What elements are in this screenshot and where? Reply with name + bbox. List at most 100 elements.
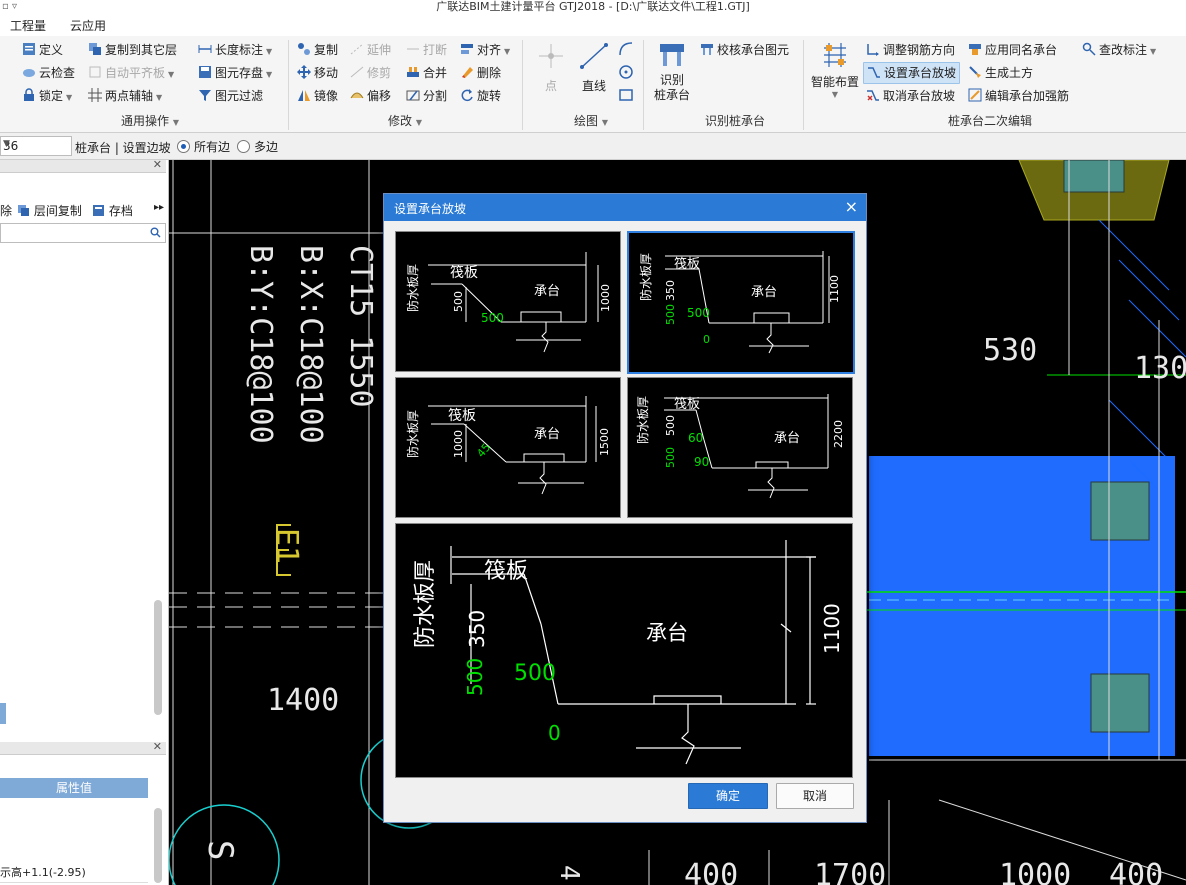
panel-header: ✕ bbox=[0, 158, 166, 173]
cad-label-1000: 1000 bbox=[999, 858, 1071, 885]
chevron-down-icon: ▼ bbox=[3, 139, 10, 149]
ok-button[interactable]: 确定 bbox=[688, 783, 768, 809]
auto-flat-button[interactable]: 自动平齐板 ▼ bbox=[88, 63, 174, 83]
property-row[interactable] bbox=[0, 819, 148, 841]
slope-option-3[interactable]: 防水板厚 筏板 承台 1000 1500 45 bbox=[395, 377, 621, 518]
move-button[interactable]: 移动 bbox=[297, 63, 338, 83]
pile-cap-icon bbox=[660, 44, 684, 66]
group-label-draw[interactable]: 绘图 ▼ bbox=[556, 112, 626, 129]
svg-text:60: 60 bbox=[688, 431, 703, 445]
smart-layout-button[interactable]: 智能布置 ▼ bbox=[808, 40, 862, 112]
cad-label-400b: 400 bbox=[1109, 858, 1163, 885]
svg-text:1000: 1000 bbox=[599, 284, 612, 312]
cancel-cap-slope-button[interactable]: 取消承台放坡 bbox=[866, 86, 955, 106]
cad-label-ct: CT15 1550 bbox=[343, 245, 378, 408]
rectangle-icon[interactable] bbox=[617, 86, 635, 104]
gen-earth-button[interactable]: 生成土方 bbox=[968, 63, 1033, 83]
property-row[interactable] bbox=[0, 840, 148, 862]
menu-quantities[interactable]: 工程量 bbox=[10, 17, 46, 34]
set-cap-slope-button[interactable]: 设置承台放坡 bbox=[863, 62, 961, 84]
more-icon[interactable]: ▸▸ bbox=[154, 202, 164, 213]
check-mark-button[interactable]: 查改标注 ▼ bbox=[1082, 40, 1156, 60]
archive-tool[interactable]: 存档 bbox=[92, 202, 133, 219]
slope-preview: 防水板厚 筏板 承台 350 1100 500 500 0 bbox=[395, 523, 853, 778]
property-row[interactable]: 示高+1.1(-2.95) bbox=[0, 861, 148, 883]
left-panel: ✕ 除 层间复制 存档 ▸▸ ✕ 属性值 示高+1.1(-2.95) bbox=[0, 158, 169, 885]
break-icon bbox=[407, 48, 419, 50]
menu-cloud-app[interactable]: 云应用 bbox=[70, 17, 106, 34]
slope-icon bbox=[868, 67, 880, 78]
group-label-modify[interactable]: 修改 ▼ bbox=[370, 112, 440, 129]
break-button[interactable]: 打断 bbox=[406, 40, 447, 60]
line-tool-button[interactable]: 直线 bbox=[575, 42, 613, 102]
close-icon[interactable]: ✕ bbox=[153, 158, 162, 171]
identify-cap-button[interactable]: 识别 桩承台 bbox=[650, 40, 694, 110]
dimension-icon bbox=[198, 45, 212, 53]
chevron-down-icon: ▼ bbox=[66, 93, 73, 102]
trim-button[interactable]: 修剪 bbox=[350, 63, 391, 83]
cancel-button[interactable]: 取消 bbox=[776, 783, 854, 809]
slope-option-2[interactable]: 防水板厚 筏板 承台 350 1100 500 500 0 bbox=[627, 231, 855, 374]
remove-tool[interactable]: 除 bbox=[0, 202, 12, 219]
cad-label-4: 4 bbox=[554, 865, 584, 881]
align-button[interactable]: 对齐 ▼ bbox=[460, 40, 510, 60]
length-dim-button[interactable]: 长度标注 ▼ bbox=[198, 40, 272, 60]
extend-button[interactable]: 延伸 bbox=[350, 40, 391, 60]
offset-button[interactable]: 偏移 bbox=[350, 86, 391, 106]
cad-label-bx: B:X:C18@100 bbox=[293, 245, 328, 444]
archive-icon bbox=[93, 205, 104, 216]
circle-icon[interactable] bbox=[617, 63, 635, 81]
floor-copy-tool[interactable]: 层间复制 bbox=[17, 202, 82, 219]
adjust-rebar-button[interactable]: 调整钢筋方向 bbox=[866, 40, 955, 60]
delete-button[interactable]: 删除 bbox=[460, 63, 501, 83]
radio-all-edges[interactable]: 所有边 bbox=[177, 138, 230, 155]
window-title: 广联达BIM土建计量平台 GTJ2018 - [D:\广联达文件\工程1.GTJ… bbox=[436, 0, 750, 13]
cloud-check-button[interactable]: 云检查 bbox=[22, 63, 75, 83]
slope-diagram: 防水板厚 筏板 承台 1000 1500 45 bbox=[405, 396, 611, 495]
slope-option-1[interactable]: 防水板厚 筏板 承台 500 1000 500 bbox=[395, 231, 621, 372]
svg-text:承台: 承台 bbox=[646, 621, 688, 645]
chevron-down-icon: ▼ bbox=[172, 118, 179, 127]
split-button[interactable]: 分割 bbox=[406, 86, 447, 106]
chevron-down-icon: ▼ bbox=[831, 90, 839, 99]
point-tool-button[interactable]: 点 bbox=[536, 42, 566, 102]
search-input[interactable] bbox=[0, 223, 166, 243]
svg-text:防水板厚: 防水板厚 bbox=[413, 560, 438, 648]
radio-multi-edges[interactable]: 多边 bbox=[237, 138, 278, 155]
define-button[interactable]: 定义 bbox=[22, 40, 63, 60]
property-value-header: 属性值 bbox=[0, 778, 148, 798]
arc-icon[interactable] bbox=[617, 40, 635, 58]
two-point-axis-button[interactable]: 两点辅轴 ▼ bbox=[88, 86, 162, 106]
point-icon bbox=[539, 44, 563, 68]
close-icon[interactable]: × bbox=[845, 197, 858, 216]
scrollbar[interactable] bbox=[154, 808, 162, 883]
mirror-button[interactable]: 镜像 bbox=[297, 86, 338, 106]
svg-text:防水板厚: 防水板厚 bbox=[635, 396, 650, 444]
edit-rebar-icon bbox=[968, 88, 982, 102]
svg-text:90: 90 bbox=[694, 455, 709, 469]
check-cap-button[interactable]: 校核承台图元 bbox=[700, 40, 789, 60]
chevron-down-icon: ▼ bbox=[266, 47, 273, 56]
edit-strengthen-button[interactable]: 编辑承台加强筋 bbox=[968, 86, 1069, 106]
property-row[interactable] bbox=[0, 798, 148, 820]
svg-text:500: 500 bbox=[664, 304, 677, 325]
merge-button[interactable]: 合并 bbox=[406, 63, 447, 83]
disk-icon bbox=[199, 66, 211, 78]
lock-icon bbox=[24, 88, 34, 101]
element-filter-button[interactable]: 图元过滤 bbox=[198, 86, 263, 106]
floor-combo[interactable]: 36 ▼ bbox=[0, 136, 72, 156]
copy-button[interactable]: 复制 bbox=[297, 40, 338, 60]
rotate-button[interactable]: 旋转 bbox=[460, 86, 501, 106]
scrollbar[interactable] bbox=[154, 600, 162, 715]
chevron-down-icon: ▼ bbox=[415, 118, 422, 127]
lock-button[interactable]: 锁定 ▼ bbox=[22, 86, 72, 106]
close-icon[interactable]: ✕ bbox=[153, 740, 162, 753]
cancel-slope-icon bbox=[867, 90, 879, 101]
slope-option-4[interactable]: 防水板厚 筏板 承台 500 2200 500 60 90 bbox=[627, 377, 853, 518]
ribbon-divider bbox=[522, 40, 523, 130]
apply-same-cap-button[interactable]: 应用同名承台 bbox=[968, 40, 1057, 60]
svg-text:1100: 1100 bbox=[828, 275, 841, 303]
save-element-button[interactable]: 图元存盘 ▼ bbox=[198, 63, 272, 83]
group-label-general[interactable]: 通用操作 ▼ bbox=[100, 112, 200, 129]
copy-to-floor-button[interactable]: 复制到其它层 bbox=[88, 40, 177, 60]
